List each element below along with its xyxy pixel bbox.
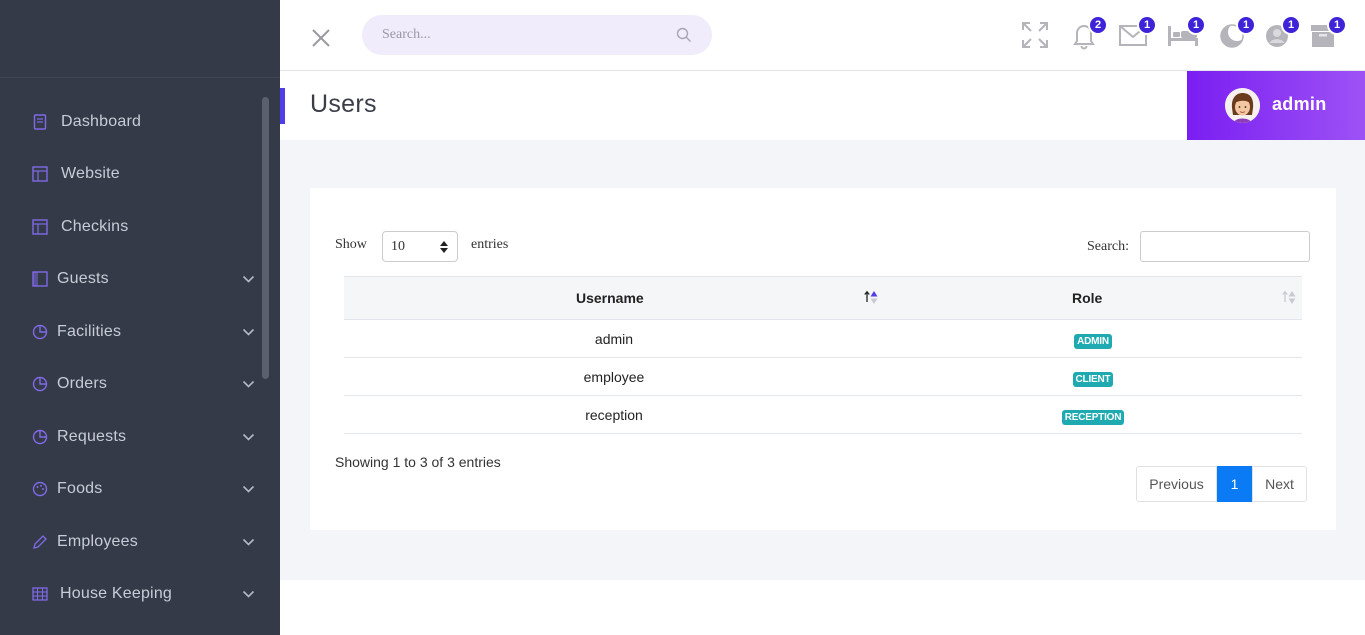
sidebar-scrollbar[interactable] [262, 97, 269, 379]
sidebar-item-label: Orders [57, 375, 108, 392]
pie-chart-icon [32, 324, 48, 340]
chevron-down-icon [242, 485, 255, 493]
search-icon[interactable] [676, 27, 692, 43]
role-cell: CLIENT [884, 369, 1302, 387]
expand-icon [1022, 22, 1048, 48]
layout-icon [32, 166, 48, 182]
entries-select-value: 10 [391, 238, 405, 254]
sidebar-item-label: Employees [57, 533, 138, 550]
entries-per-page-select[interactable]: 10 [382, 231, 458, 262]
profile-count-badge: 1 [1281, 15, 1301, 35]
booking-count-badge: 1 [1186, 15, 1206, 35]
pen-icon [32, 534, 48, 550]
table-icon [32, 586, 48, 602]
table-search-input[interactable] [1140, 231, 1310, 262]
user-name: admin [1272, 94, 1327, 114]
entries-label: entries [471, 237, 509, 252]
username-cell: admin [594, 331, 634, 347]
table-row: employee CLIENT [344, 358, 1302, 396]
users-table-card: Show 10 entries Search: Username Role ad… [310, 188, 1336, 530]
role-badge: RECEPTION [1061, 410, 1125, 425]
sidebar-item-label: Requests [57, 428, 127, 445]
sidebar-item-website[interactable]: Website [0, 157, 262, 193]
chevron-down-icon [242, 538, 255, 546]
chevron-down-icon [242, 328, 255, 336]
sidebar-item-foods[interactable]: Foods [0, 472, 262, 508]
top-navbar: 2 1 1 1 1 [280, 0, 1365, 71]
pie-chart-icon [32, 429, 48, 445]
sidebar-item-label: Checkins [61, 218, 129, 235]
table-search-label: Search: [1087, 239, 1129, 254]
username-cell: employee [583, 369, 645, 385]
main-content: Show 10 entries Search: Username Role ad… [280, 140, 1365, 580]
page-1-button[interactable]: 1 [1217, 466, 1252, 502]
message-count-badge: 1 [1137, 15, 1157, 35]
sidebar-item-label: Website [61, 165, 120, 182]
chevron-down-icon [242, 590, 255, 598]
sidebar: Dashboard Website Checkins Guests Facili… [0, 0, 280, 635]
close-icon[interactable] [310, 27, 332, 49]
sidebar-item-employees[interactable]: Employees [0, 525, 262, 561]
users-table: Username Role admin ADMIN employee CLIEN… [344, 276, 1302, 434]
sidebar-item-label: Facilities [57, 323, 122, 340]
chevron-down-icon [242, 433, 255, 441]
avatar [1225, 88, 1260, 123]
sidebar-item-house-keeping[interactable]: House Keeping [0, 577, 262, 613]
sort-both-icon[interactable] [1282, 289, 1296, 305]
chevron-down-icon [242, 275, 255, 283]
page-header: Users admin [280, 71, 1365, 140]
profile-button[interactable]: 1 [1262, 15, 1301, 50]
sidebar-item-dashboard[interactable]: Dashboard [0, 105, 262, 141]
user-menu[interactable]: admin [1187, 71, 1365, 140]
role-cell: ADMIN [884, 331, 1302, 349]
column-header-role[interactable]: Role [1072, 290, 1102, 306]
notifications-button[interactable]: 2 [1069, 15, 1108, 50]
previous-page-button[interactable]: Previous [1136, 466, 1217, 502]
notification-count-badge: 2 [1088, 15, 1108, 35]
table-header-row: Username Role [344, 276, 1302, 320]
messages-button[interactable]: 1 [1118, 15, 1157, 50]
theme-count-badge: 1 [1236, 15, 1256, 35]
column-header-username[interactable]: Username [576, 290, 644, 306]
global-search [362, 15, 712, 55]
sort-ascending-icon[interactable] [864, 289, 878, 305]
role-badge: CLIENT [1072, 372, 1114, 387]
sidebar-brand [0, 0, 280, 78]
sidebar-item-label: Guests [57, 270, 109, 287]
archive-count-badge: 1 [1327, 15, 1347, 35]
sidebar-item-label: Dashboard [61, 113, 142, 130]
columns-icon [32, 271, 48, 287]
chevron-down-icon [242, 380, 255, 388]
role-cell: RECEPTION [884, 407, 1302, 425]
theme-button[interactable]: 1 [1217, 15, 1256, 50]
palette-icon [32, 481, 48, 497]
pagination: Previous 1 Next [1136, 466, 1307, 502]
pie-chart-icon [32, 376, 48, 392]
next-page-button[interactable]: Next [1252, 466, 1307, 502]
sidebar-item-orders[interactable]: Orders [0, 367, 262, 403]
title-accent-bar [280, 88, 285, 124]
search-input[interactable] [362, 15, 662, 55]
sidebar-item-requests[interactable]: Requests [0, 420, 262, 456]
username-cell: reception [585, 407, 643, 423]
book-icon [32, 114, 48, 130]
archive-button[interactable]: 1 [1308, 15, 1347, 50]
sidebar-item-label: House Keeping [60, 585, 173, 602]
table-row: reception RECEPTION [344, 396, 1302, 434]
sidebar-item-checkins[interactable]: Checkins [0, 210, 262, 246]
show-label: Show [335, 237, 367, 252]
bookings-button[interactable]: 1 [1167, 15, 1206, 50]
sidebar-item-guests[interactable]: Guests [0, 262, 262, 298]
role-badge: ADMIN [1074, 334, 1112, 349]
sidebar-item-label: Foods [57, 480, 103, 497]
table-row: admin ADMIN [344, 320, 1302, 358]
table-info-text: Showing 1 to 3 of 3 entries [335, 454, 501, 470]
page-title: Users [310, 90, 377, 118]
sidebar-item-facilities[interactable]: Facilities [0, 315, 262, 351]
fullscreen-button[interactable] [1020, 20, 1050, 50]
layout-icon [32, 219, 48, 235]
select-arrows-icon [440, 241, 448, 253]
